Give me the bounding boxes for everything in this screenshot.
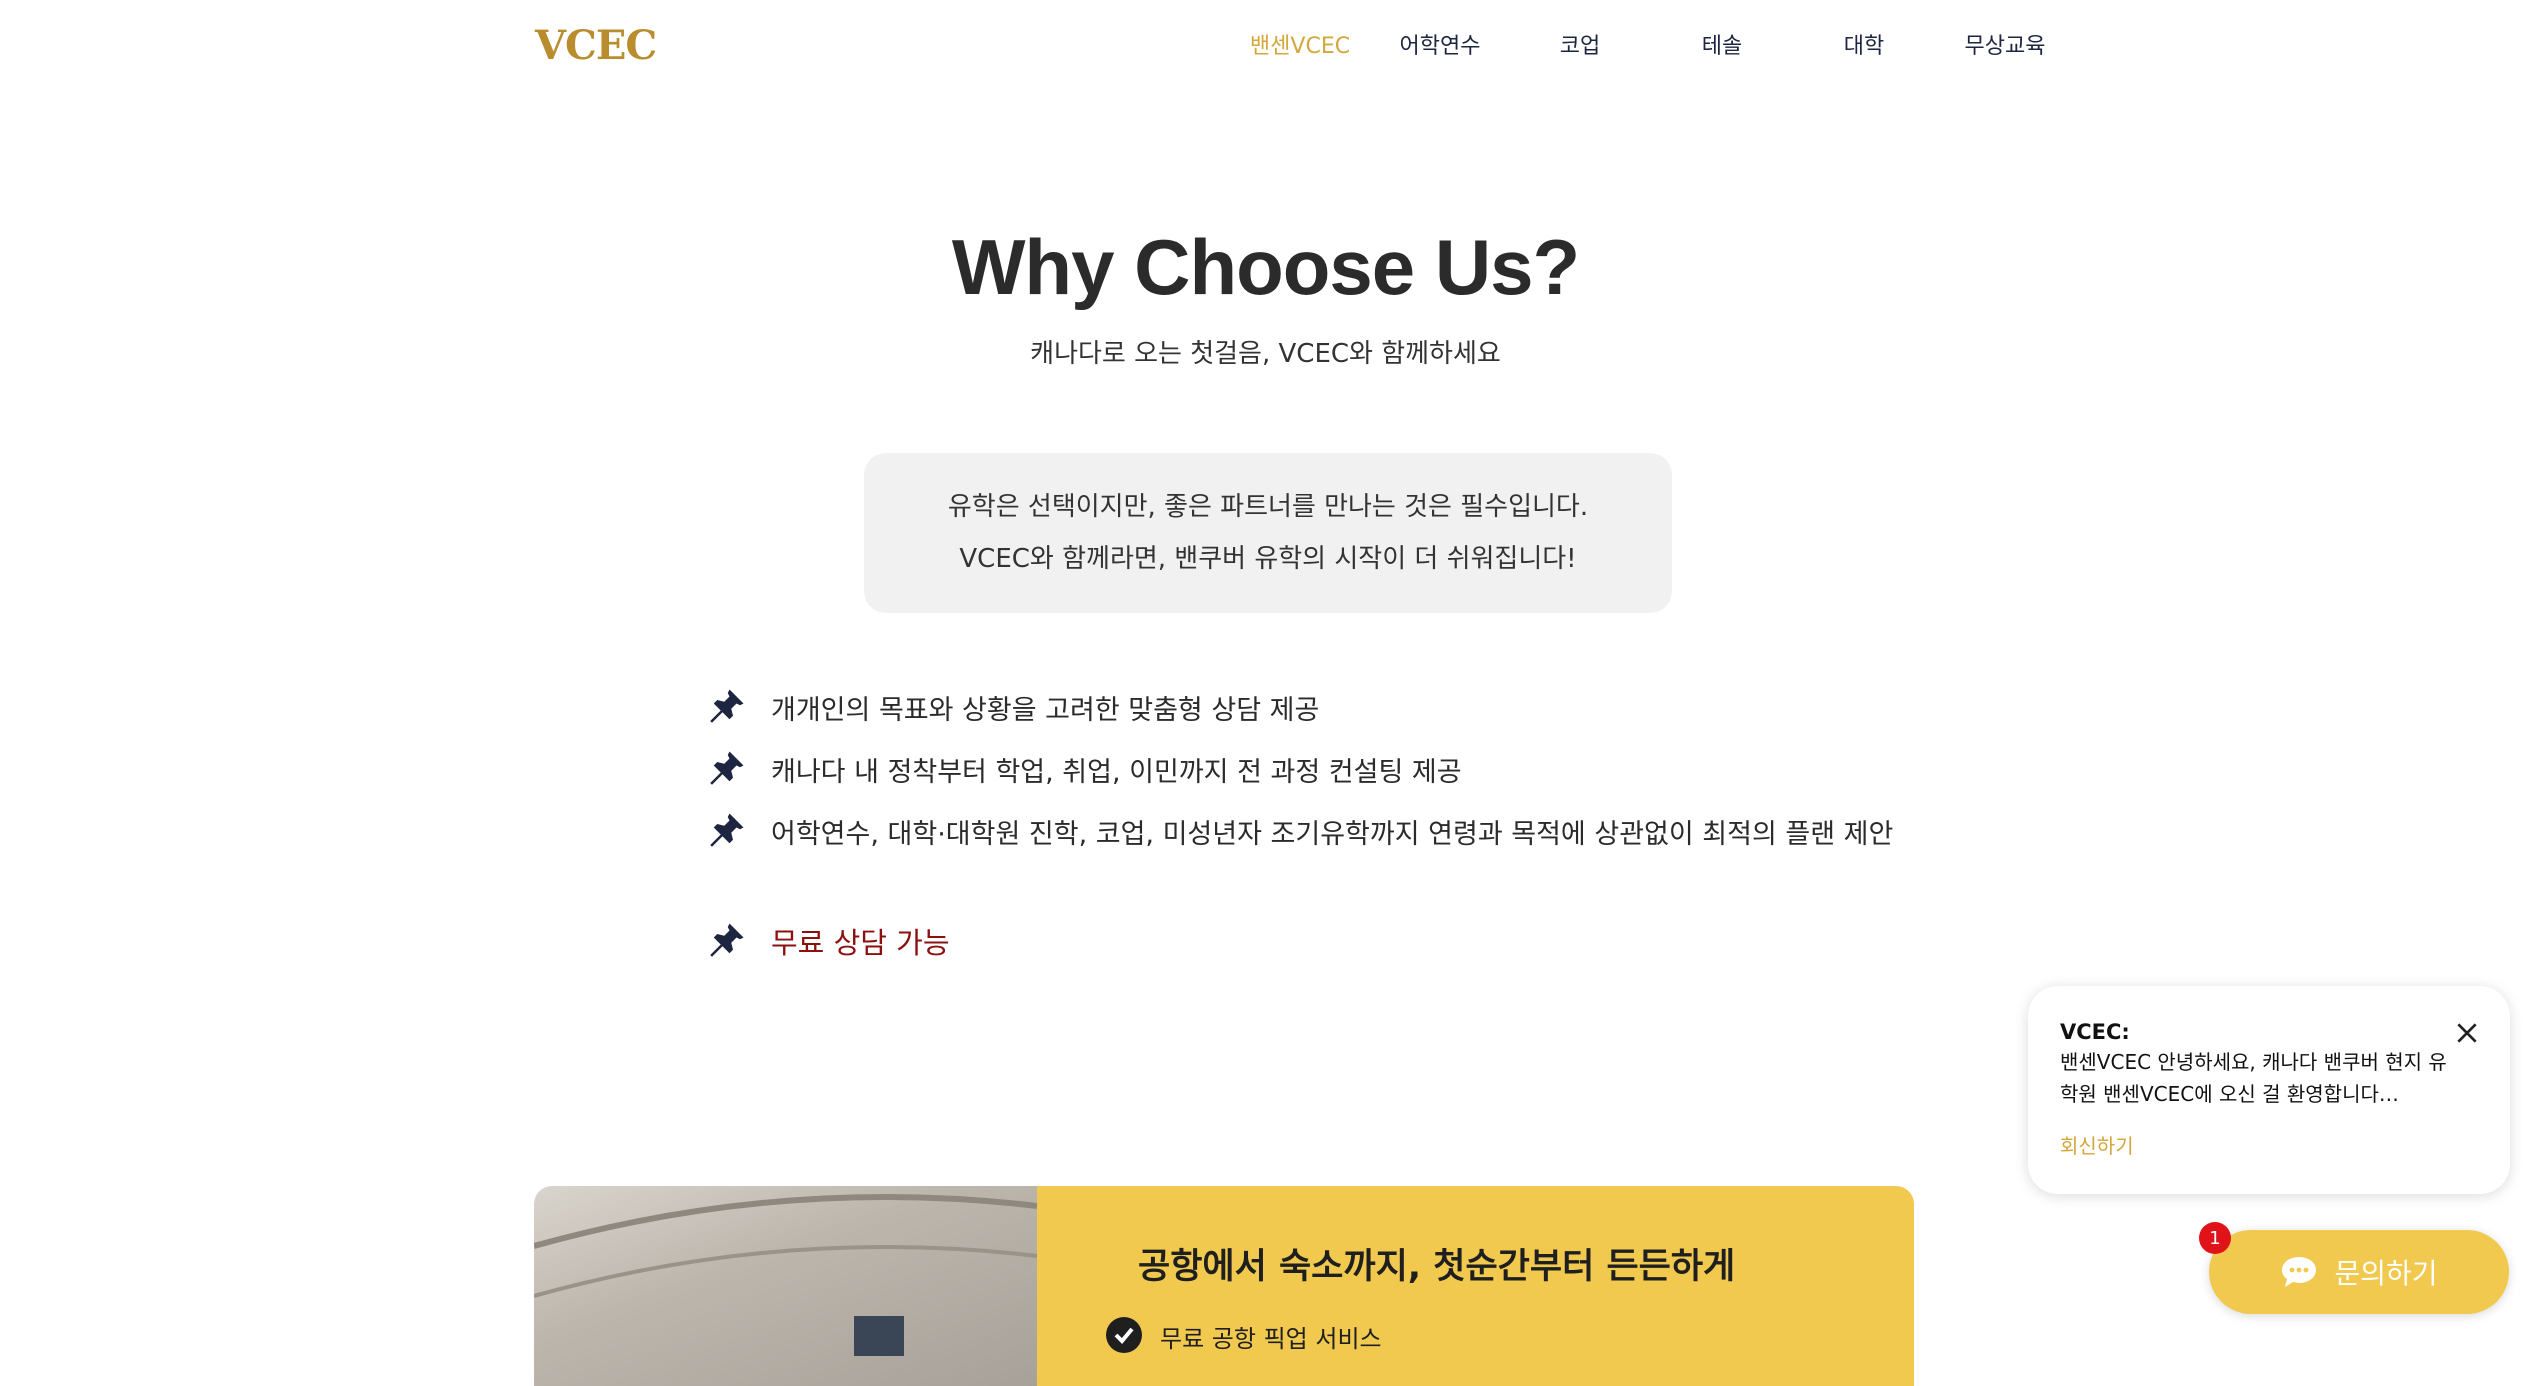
quote-line-1: 유학은 선택이지만, 좋은 파트너를 만나는 것은 필수입니다. — [947, 492, 1589, 522]
chat-sender: VCEC: — [2060, 1020, 2130, 1044]
nav-item-vcec[interactable]: 밴센VCEC — [1250, 28, 1350, 60]
free-consultation-text: 무료 상담 가능 — [771, 926, 950, 960]
card-title: 공항에서 숙소까지, 첫순간부터 든든하게 — [1138, 1247, 1736, 1287]
feature-text: 개개인의 목표와 상황을 고려한 맞춤형 상담 제공 — [771, 694, 1320, 726]
reply-link[interactable]: 회신하기 — [2060, 1130, 2134, 1159]
airport-ceiling-image — [534, 1194, 1038, 1356]
nav-item-tesol[interactable]: 테솔 — [1702, 28, 1742, 60]
list-item: 어학연수, 대학·대학원 진학, 코업, 미성년자 조기유학까지 연령과 목적에… — [705, 810, 1893, 852]
list-item: 캐나다 내 정착부터 학업, 취업, 이민까지 전 과정 컨설팅 제공 — [705, 748, 1462, 790]
list-item: 개개인의 목표와 상황을 고려한 맞춤형 상담 제공 — [705, 686, 1319, 728]
quote-box: 유학은 선택이지만, 좋은 파트너를 만나는 것은 필수입니다. VCEC와 함… — [864, 453, 1672, 613]
pushpin-icon — [710, 751, 744, 785]
feature-text: 캐나다 내 정착부터 학업, 취업, 이민까지 전 과정 컨설팅 제공 — [771, 756, 1462, 788]
list-item: 무료 상담 가능 — [705, 920, 950, 962]
pushpin-icon — [710, 813, 744, 847]
section-title: Why Choose Us? — [951, 223, 1580, 311]
airport-service-card: 공항에서 숙소까지, 첫순간부터 든든하게 무료 공항 픽업 서비스 — [534, 1186, 1914, 1386]
inquiry-label: 문의하기 — [2334, 1257, 2438, 1290]
chat-bubble-icon — [2282, 1257, 2317, 1287]
notification-badge: 1 — [2199, 1222, 2231, 1254]
nav-item-language[interactable]: 어학연수 — [1400, 28, 1481, 60]
nav-item-free-education[interactable]: 무상교육 — [1965, 28, 2046, 60]
inquiry-button[interactable]: 문의하기 — [2209, 1230, 2509, 1314]
airport-photo — [534, 1186, 1038, 1386]
section-subtitle: 캐나다로 오는 첫걸음, VCEC와 함께하세요 — [1030, 339, 1501, 369]
nav-item-coop[interactable]: 코업 — [1560, 28, 1600, 60]
check-circle-icon — [1106, 1317, 1142, 1353]
chat-popup[interactable]: VCEC: 밴센VCEC 안녕하세요, 캐나다 밴쿠버 현지 유학원 밴센VCE… — [2028, 986, 2510, 1194]
nav-item-university[interactable]: 대학 — [1844, 28, 1884, 60]
pushpin-icon — [710, 923, 744, 957]
feature-text: 어학연수, 대학·대학원 진학, 코업, 미성년자 조기유학까지 연령과 목적에… — [771, 818, 1894, 850]
close-icon[interactable] — [2454, 1020, 2480, 1046]
chat-message: 밴센VCEC 안녕하세요, 캐나다 밴쿠버 현지 유학원 밴센VCEC에 오신 … — [2060, 1050, 2447, 1106]
pushpin-icon — [710, 689, 744, 723]
quote-line-2: VCEC와 함께라면, 밴쿠버 유학의 시작이 더 쉬워집니다! — [959, 544, 1577, 574]
main-nav: 밴센VCEC 어학연수 코업 테솔 대학 무상교육 — [0, 28, 2531, 68]
